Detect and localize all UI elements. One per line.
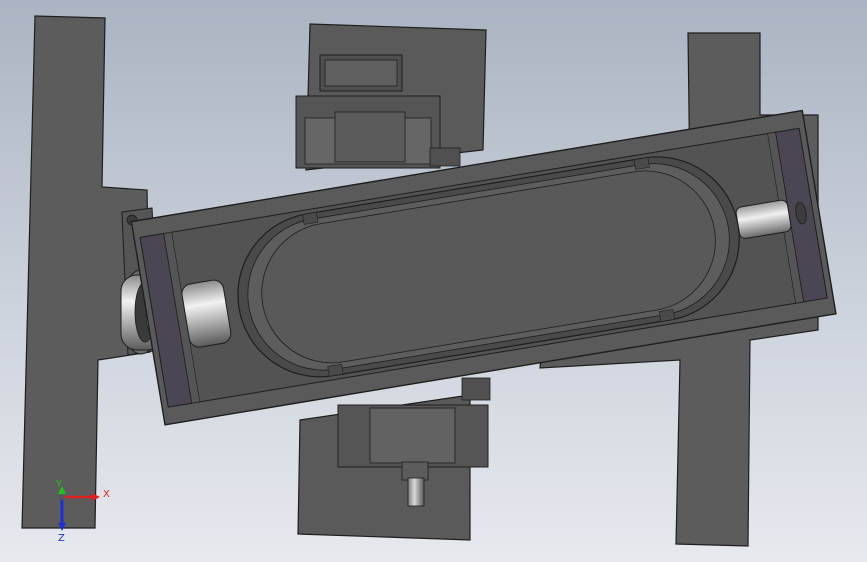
y-axis-label: Y (55, 479, 63, 490)
z-axis-label: Z (58, 533, 65, 544)
graphics-viewport[interactable]: X Y Z (0, 0, 867, 562)
x-axis-label: X (103, 489, 110, 500)
cad-model-view[interactable]: X Y Z (0, 0, 867, 562)
